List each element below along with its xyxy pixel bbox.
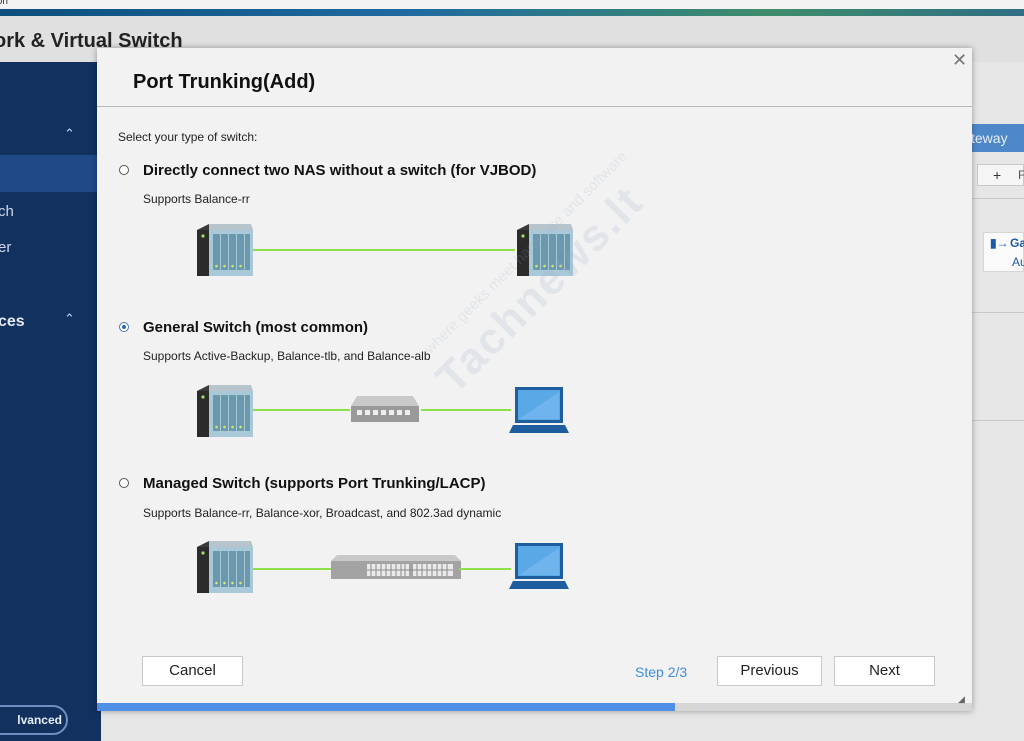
next-button[interactable]: Next <box>834 656 935 686</box>
gateway-card[interactable]: ▮→ Ga Au <box>983 232 1024 272</box>
sidebar-item-other[interactable]: er <box>0 239 11 256</box>
advanced-mode-button[interactable]: lvanced <box>0 705 68 735</box>
step-indicator: Step 2/3 <box>635 664 688 680</box>
option-general-switch-label[interactable]: General Switch (most common) <box>143 319 368 336</box>
step-progress-bar <box>97 703 972 711</box>
resize-handle-icon[interactable]: ◢ <box>958 694 965 705</box>
option-managed-switch-label[interactable]: Managed Switch (supports Port Trunking/L… <box>143 475 486 492</box>
dialog-title: Port Trunking(Add) <box>133 71 316 93</box>
browser-top-strip: ton <box>0 0 1024 16</box>
sidebar-item-switch[interactable]: ch <box>0 203 14 220</box>
option-direct-connect-desc: Supports Balance-rr <box>143 192 250 206</box>
option-general-switch-desc: Supports Active-Backup, Balance-tlb, and… <box>143 349 431 363</box>
browser-color-bar <box>0 9 1024 16</box>
add-button[interactable]: + F <box>977 164 1024 186</box>
switch-type-prompt: Select your type of switch: <box>118 130 258 144</box>
diagram-direct-connect <box>197 224 573 276</box>
laptop-icon <box>509 387 569 433</box>
chevron-up-icon[interactable]: ⌃ <box>64 126 75 142</box>
plus-icon: + <box>993 167 1002 183</box>
diagram-managed-switch <box>197 541 569 593</box>
sidebar-section-interfaces[interactable]: ces <box>0 313 25 331</box>
browser-tab-fragment: ton <box>0 0 8 7</box>
close-icon[interactable]: ✕ <box>952 50 967 71</box>
port-trunking-dialog: Port Trunking(Add) ✕ Select your type of… <box>97 48 972 711</box>
divider <box>971 420 1024 421</box>
dialog-header-divider <box>97 106 972 107</box>
managed-switch-icon <box>331 555 461 580</box>
step-progress-fill <box>97 703 675 711</box>
nas-icon <box>197 385 253 437</box>
divider <box>971 198 1024 199</box>
radio-direct-connect[interactable] <box>119 165 129 175</box>
laptop-icon <box>509 543 569 589</box>
chevron-up-icon[interactable]: ⌃ <box>64 311 75 327</box>
gateway-card-sub: Au <box>1012 255 1024 269</box>
cancel-button[interactable]: Cancel <box>142 656 243 686</box>
radio-managed-switch[interactable] <box>119 478 129 488</box>
radio-general-switch[interactable] <box>119 322 129 332</box>
option-managed-switch-desc: Supports Balance-rr, Balance-xor, Broadc… <box>143 506 502 520</box>
watermark-brand: Tachnews.lt <box>427 176 653 403</box>
gateway-port-icon: ▮→ <box>990 236 1009 250</box>
previous-button[interactable]: Previous <box>717 656 822 686</box>
sidebar: ⌃ ch er ces ⌃ <box>0 62 101 741</box>
switch-icon <box>351 396 419 422</box>
nas-icon <box>517 224 573 276</box>
add-button-label: F <box>1018 168 1024 182</box>
watermark: Tachnews.lt where geeks meet hardware an… <box>421 148 654 404</box>
option-direct-connect-label[interactable]: Directly connect two NAS without a switc… <box>143 162 536 179</box>
divider <box>971 312 1024 313</box>
gateway-card-title: Ga <box>1010 236 1024 250</box>
nas-icon <box>197 541 253 593</box>
diagram-general-switch <box>197 385 569 437</box>
nas-icon <box>197 224 253 276</box>
gateway-tab[interactable]: teway <box>965 124 1024 152</box>
sidebar-item-selected[interactable] <box>0 155 101 192</box>
